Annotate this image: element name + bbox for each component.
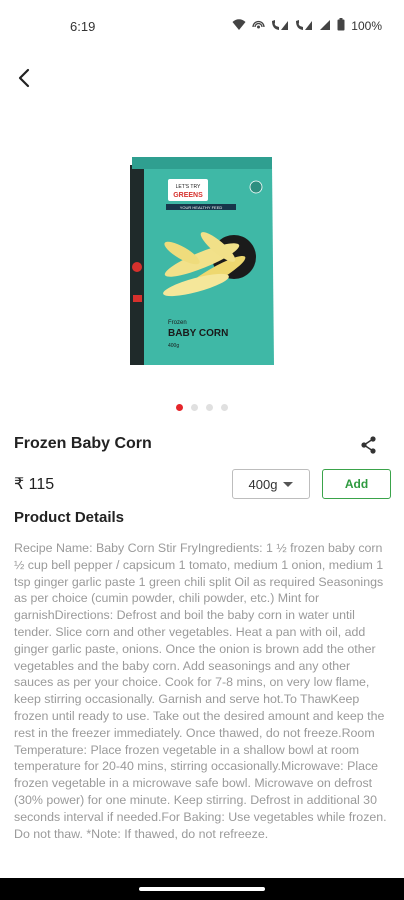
share-icon: [361, 436, 376, 454]
status-icons: 100%: [232, 18, 382, 34]
share-button[interactable]: [358, 434, 380, 456]
product-image-carousel[interactable]: LET'S TRY GREENS YOUR HEALTHY FEED Froze…: [0, 110, 404, 400]
call-signal-icon-2: [295, 19, 313, 34]
back-button[interactable]: [10, 64, 38, 92]
svg-text:GREENS: GREENS: [173, 192, 203, 199]
carousel-dot[interactable]: [221, 404, 228, 411]
carousel-dots: [0, 404, 404, 411]
package-brand: LET'S TRY: [176, 184, 201, 190]
battery-icon: [337, 18, 345, 34]
hotspot-icon: [252, 19, 265, 34]
back-arrow-icon: [18, 68, 30, 88]
package-tagline: YOUR HEALTHY FEED: [180, 205, 223, 210]
call-signal-icon: [271, 19, 289, 34]
system-nav-bar: [0, 878, 404, 900]
status-time: 6:19: [70, 18, 96, 34]
carousel-dot[interactable]: [206, 404, 213, 411]
wifi-icon: [232, 18, 246, 34]
product-description: Recipe Name: Baby Corn Stir FryIngredien…: [14, 541, 387, 841]
status-bar: 6:19 100%: [0, 0, 404, 52]
signal-icon: [319, 19, 331, 34]
product-price: ₹ 115: [14, 476, 55, 493]
package-label-small: Frozen: [168, 320, 187, 326]
home-indicator[interactable]: [139, 887, 265, 891]
package-weight: 400g: [168, 343, 179, 349]
product-details-heading: Product Details: [14, 509, 125, 526]
carousel-dot[interactable]: [176, 404, 183, 411]
variant-value: 400g: [248, 476, 278, 492]
variant-dropdown[interactable]: 400g: [232, 469, 310, 499]
product-image: LET'S TRY GREENS YOUR HEALTHY FEED Froze…: [130, 157, 274, 365]
package-label-big: BABY CORN: [168, 328, 228, 339]
carousel-dot[interactable]: [191, 404, 198, 411]
battery-percent: 100%: [351, 19, 382, 33]
product-title: Frozen Baby Corn: [14, 435, 152, 452]
dropdown-caret-icon: [283, 481, 294, 487]
add-to-cart-button[interactable]: Add: [322, 469, 391, 499]
